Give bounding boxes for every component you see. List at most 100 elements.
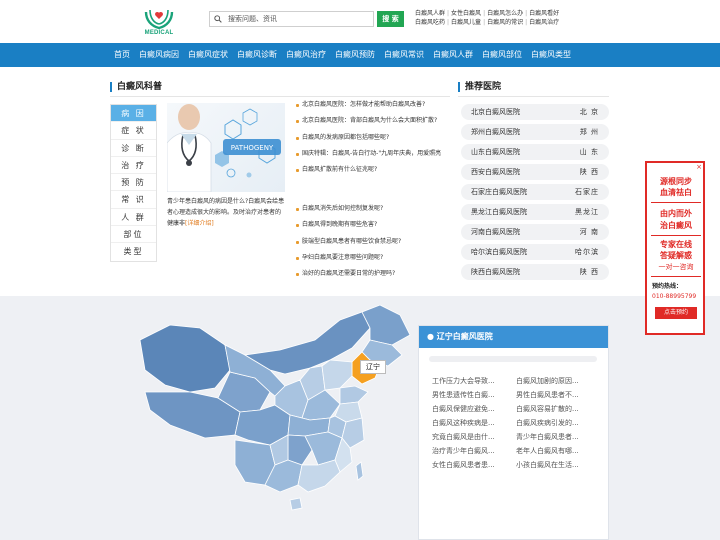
- hospital-city: 石家庄: [575, 188, 599, 196]
- quick-link[interactable]: 白癜风怎么办: [487, 9, 523, 18]
- map-region-shandong[interactable]: [339, 385, 369, 405]
- hospital-city: 山 东: [579, 148, 599, 156]
- hospital-item[interactable]: 黑龙江白癜风医院 黑龙江: [461, 202, 609, 222]
- ad-headline-line: 血清祛白: [660, 188, 692, 197]
- card-divider: [429, 356, 597, 362]
- map-highlight-label: 辽宁: [360, 360, 386, 374]
- province-hospital-title[interactable]: ● 辽宁白癜风医院: [419, 326, 608, 348]
- ad-middle: 由内而外 治白癜风: [653, 208, 699, 232]
- nav-item-home[interactable]: 首页: [114, 43, 130, 67]
- hospital-city: 陕 西: [579, 168, 599, 176]
- list-item[interactable]: 青少年白癜风患者...: [516, 430, 600, 444]
- list-item[interactable]: 白癜风得到晚期有哪些危害?: [295, 217, 450, 233]
- list-item[interactable]: 治好的白癜风还需要日常的护理吗?: [295, 266, 450, 282]
- list-item[interactable]: 白癜风这种疾病是...: [432, 416, 516, 430]
- nav-item-prevention[interactable]: 白癜风预防: [335, 43, 375, 67]
- list-item[interactable]: 老年人白癜风有哪...: [516, 444, 600, 458]
- logo-text: MEDICAL: [144, 30, 174, 36]
- map-region-guangdong[interactable]: [297, 459, 341, 493]
- nav-item-cause[interactable]: 白癜风病因: [139, 43, 179, 67]
- hospital-item[interactable]: 石家庄白癜风医院 石家庄: [461, 182, 609, 202]
- site-logo[interactable]: MEDICAL: [142, 6, 176, 39]
- map-region-hainan[interactable]: [289, 497, 303, 511]
- search-input[interactable]: [228, 13, 368, 25]
- list-item[interactable]: 白癜风加剧的原因...: [516, 374, 600, 388]
- quick-link[interactable]: 白癜风儿童: [451, 18, 481, 27]
- quick-link[interactable]: 白癜风看好: [529, 9, 559, 18]
- list-item[interactable]: 究竟白癜风是由什...: [432, 430, 516, 444]
- list-item[interactable]: 治疗青少年白癜风...: [432, 444, 516, 458]
- nav-item-symptom[interactable]: 白癜风症状: [188, 43, 228, 67]
- category-cause[interactable]: 病 因: [111, 105, 156, 123]
- nav-item-location[interactable]: 白癜风部位: [482, 43, 522, 67]
- list-item[interactable]: 白癜风容易扩散的...: [516, 402, 600, 416]
- category-diagnosis[interactable]: 诊 断: [111, 140, 156, 157]
- hospital-name: 郑州白癜风医院: [471, 128, 520, 136]
- hospital-name: 石家庄白癜风医院: [471, 188, 527, 196]
- map-region-taiwan[interactable]: [355, 461, 364, 481]
- nav-item-treatment[interactable]: 白癜风治疗: [286, 43, 326, 67]
- list-item[interactable]: 北京白癜风医院：背部白癜风为什么会大面积扩散?: [295, 113, 450, 129]
- nav-item-type[interactable]: 白癜风类型: [531, 43, 571, 67]
- ad-hotline-number[interactable]: 010-88995799: [652, 293, 696, 301]
- feature-image[interactable]: PATHOGENY: [167, 103, 285, 192]
- list-item[interactable]: 白癜风的发病原因都包括哪些呢?: [295, 130, 450, 146]
- hospital-item[interactable]: 西安白癜风医院 陕 西: [461, 162, 609, 182]
- nav-item-diagnosis[interactable]: 白癜风诊断: [237, 43, 277, 67]
- main-nav: 首页 白癜风病因 白癜风症状 白癜风诊断 白癜风治疗 白癜风预防 白癜风常识 白…: [0, 43, 720, 67]
- list-item[interactable]: 白癜风疾病引发的...: [516, 416, 600, 430]
- list-item[interactable]: 女性白癜风患者患...: [432, 458, 516, 472]
- quick-link[interactable]: 白癜风吃药: [415, 18, 445, 27]
- hospital-item[interactable]: 哈尔滨白癜风医院 哈尔滨: [461, 242, 609, 262]
- search-box: [209, 11, 374, 27]
- hospital-item[interactable]: 山东白癜风医院 山 东: [461, 142, 609, 162]
- feature-more-link[interactable]: [详细介绍]: [185, 220, 214, 227]
- ad-book-button[interactable]: 点击预约: [655, 307, 697, 319]
- quick-links: 白癜风人群 | 女性白癜风 | 白癜风怎么办 | 白癜风看好 白癜风吃药 | 白癜风儿童…: [415, 9, 575, 27]
- hospital-item[interactable]: 河南白癜风医院 河 南: [461, 222, 609, 242]
- nav-item-population[interactable]: 白癜风人群: [433, 43, 473, 67]
- nav-item-knowledge[interactable]: 白癜风常识: [384, 43, 424, 67]
- map-region-xinjiang[interactable]: [139, 324, 231, 393]
- quick-link[interactable]: 白癜风人群: [415, 9, 445, 18]
- hospital-name: 河南白癜风医院: [471, 228, 520, 236]
- quick-links-row: 白癜风吃药 | 白癜风儿童 | 白癜风的常识 | 白癜风治疗: [415, 18, 560, 27]
- list-item[interactable]: 国庆特辑：白癜风-告白行动-"九周年庆典，用爱照亮: [295, 146, 450, 162]
- floating-ad[interactable]: × 源根同步 血清祛白 由内而外 治白癜风 专家在线 答疑解惑 一对一咨询 预约…: [645, 161, 705, 335]
- list-item[interactable]: 白癜风保健应避免...: [432, 402, 516, 416]
- quick-link[interactable]: 白癜风的常识: [487, 18, 523, 27]
- close-icon[interactable]: ×: [696, 163, 702, 171]
- hospital-city: 哈尔滨: [575, 248, 599, 256]
- list-item[interactable]: 白癜风消失后如何控制复发呢?: [295, 201, 450, 217]
- list-item[interactable]: 男性患遗传性白癜...: [432, 388, 516, 402]
- hospital-item[interactable]: 北京白癜风医院 北 京: [461, 102, 609, 122]
- hospital-list: 北京白癜风医院 北 京 郑州白癜风医院 郑 州 山东白癜风医院 山 东 西安白癜风医院…: [461, 102, 609, 282]
- list-item[interactable]: 北京白癜风医院：怎样做才能帮助白癜风改善?: [295, 97, 450, 113]
- map-region-heilongjiang[interactable]: [361, 304, 411, 346]
- search-button[interactable]: 搜 索: [377, 11, 404, 27]
- list-item[interactable]: 男性白癜风患者不...: [516, 388, 600, 402]
- quick-link[interactable]: 女性白癜风: [451, 9, 481, 18]
- feature-image-label: PATHOGENY: [231, 144, 274, 152]
- map-region-hebei[interactable]: [321, 359, 353, 391]
- list-item[interactable]: 小孩白癜风在生活...: [516, 458, 600, 472]
- category-population[interactable]: 人 群: [111, 209, 156, 227]
- ad-divider: [651, 276, 701, 277]
- list-item[interactable]: 工作压力大会导致...: [432, 374, 516, 388]
- quick-link[interactable]: 白癜风治疗: [529, 18, 559, 27]
- list-item[interactable]: 白癜风扩散前有什么征兆呢?: [295, 162, 450, 178]
- category-list: 病 因 症 状 诊 断 治 疗 预 防 常 识 人 群 部位 类型: [110, 104, 157, 262]
- category-knowledge[interactable]: 常 识: [111, 191, 156, 209]
- category-prevention[interactable]: 预 防: [111, 174, 156, 192]
- category-location[interactable]: 部位: [111, 226, 156, 244]
- list-item[interactable]: 肢端型白癜风患者有哪些饮食禁忌呢?: [295, 234, 450, 250]
- hospital-city: 陕 西: [579, 268, 599, 276]
- hospital-item[interactable]: 陕西白癜风医院 陕 西: [461, 262, 609, 282]
- list-item[interactable]: 孕妇白癜风要注意哪些问题呢?: [295, 250, 450, 266]
- hospital-city: 北 京: [579, 108, 599, 116]
- hospital-city: 郑 州: [579, 128, 599, 136]
- hospital-item[interactable]: 郑州白癜风医院 郑 州: [461, 122, 609, 142]
- category-treatment[interactable]: 治 疗: [111, 157, 156, 175]
- category-symptom[interactable]: 症 状: [111, 122, 156, 140]
- category-type[interactable]: 类型: [111, 243, 156, 260]
